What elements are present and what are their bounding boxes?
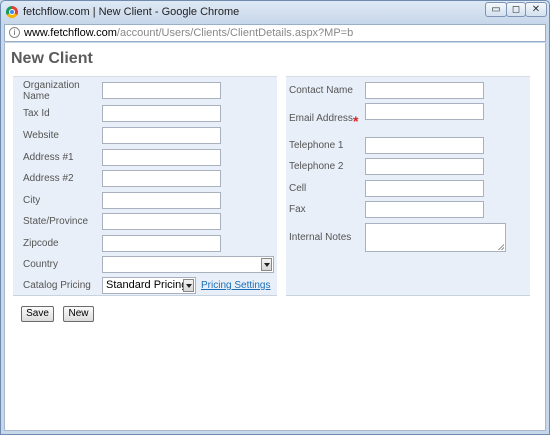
address2-input[interactable] <box>102 170 221 187</box>
address-bar[interactable]: i www.fetchflow.com/account/Users/Client… <box>4 24 546 42</box>
title-bar: fetchflow.com | New Client - Google Chro… <box>1 1 549 24</box>
city-label: City <box>23 195 41 206</box>
save-button[interactable]: Save <box>21 306 54 322</box>
url-text[interactable]: www.fetchflow.com/account/Users/Clients/… <box>24 27 353 39</box>
pricing-settings-link[interactable]: Pricing Settings <box>201 280 270 291</box>
page-info-icon[interactable]: i <box>9 27 20 38</box>
email-address-label: Email Address <box>289 113 353 124</box>
organization-name-input[interactable] <box>102 82 221 99</box>
city-input[interactable] <box>102 192 221 209</box>
close-button[interactable]: ✕ <box>525 2 547 17</box>
resize-grip-icon[interactable] <box>498 244 504 250</box>
internal-notes-textarea[interactable] <box>365 223 506 252</box>
chevron-down-icon[interactable] <box>261 258 272 271</box>
address2-label: Address #2 <box>23 173 74 184</box>
organization-name-label: Organization Name <box>23 80 80 102</box>
contact-name-input[interactable] <box>365 82 484 99</box>
website-label: Website <box>23 130 59 141</box>
catalog-pricing-value: Standard Pricing <box>106 279 188 291</box>
required-asterisk-icon: * <box>353 113 359 129</box>
state-province-label: State/Province <box>23 216 89 227</box>
address1-label: Address #1 <box>23 152 74 163</box>
catalog-pricing-select[interactable]: Standard Pricing <box>102 277 196 294</box>
fax-input[interactable] <box>365 201 484 218</box>
telephone2-input[interactable] <box>365 158 484 175</box>
contact-details-panel: Contact Name Email Address * Telephone 1… <box>286 76 530 296</box>
email-address-input[interactable] <box>365 103 484 120</box>
url-path: /account/Users/Clients/ClientDetails.asp… <box>116 27 354 39</box>
telephone1-label: Telephone 1 <box>289 140 344 151</box>
cell-input[interactable] <box>365 180 484 197</box>
url-host: www.fetchflow.com <box>24 27 117 39</box>
internal-notes-label: Internal Notes <box>289 232 352 243</box>
page-content: New Client Organization Name Tax Id Webs… <box>4 43 546 431</box>
page-title: New Client <box>11 50 93 67</box>
address1-input[interactable] <box>102 149 221 166</box>
chevron-down-icon[interactable] <box>183 279 194 292</box>
fax-label: Fax <box>289 204 306 215</box>
catalog-pricing-label: Catalog Pricing <box>23 280 91 291</box>
cell-label: Cell <box>289 183 307 194</box>
zipcode-label: Zipcode <box>23 238 59 249</box>
chrome-icon <box>6 6 18 18</box>
minimize-button[interactable]: ▭ <box>485 2 507 17</box>
state-province-input[interactable] <box>102 213 221 230</box>
zipcode-input[interactable] <box>102 235 221 252</box>
tax-id-label: Tax Id <box>23 108 50 119</box>
contact-name-label: Contact Name <box>289 85 353 96</box>
new-button[interactable]: New <box>63 306 94 322</box>
tax-id-input[interactable] <box>102 105 221 122</box>
window-title: fetchflow.com | New Client - Google Chro… <box>23 6 240 18</box>
country-label: Country <box>23 259 59 270</box>
telephone1-input[interactable] <box>365 137 484 154</box>
website-input[interactable] <box>102 127 221 144</box>
browser-window: fetchflow.com | New Client - Google Chro… <box>0 0 550 435</box>
country-select[interactable] <box>102 256 274 273</box>
telephone2-label: Telephone 2 <box>289 161 344 172</box>
maximize-button[interactable]: ◻ <box>506 2 526 17</box>
client-details-panel: Organization Name Tax Id Website Address… <box>13 76 277 296</box>
